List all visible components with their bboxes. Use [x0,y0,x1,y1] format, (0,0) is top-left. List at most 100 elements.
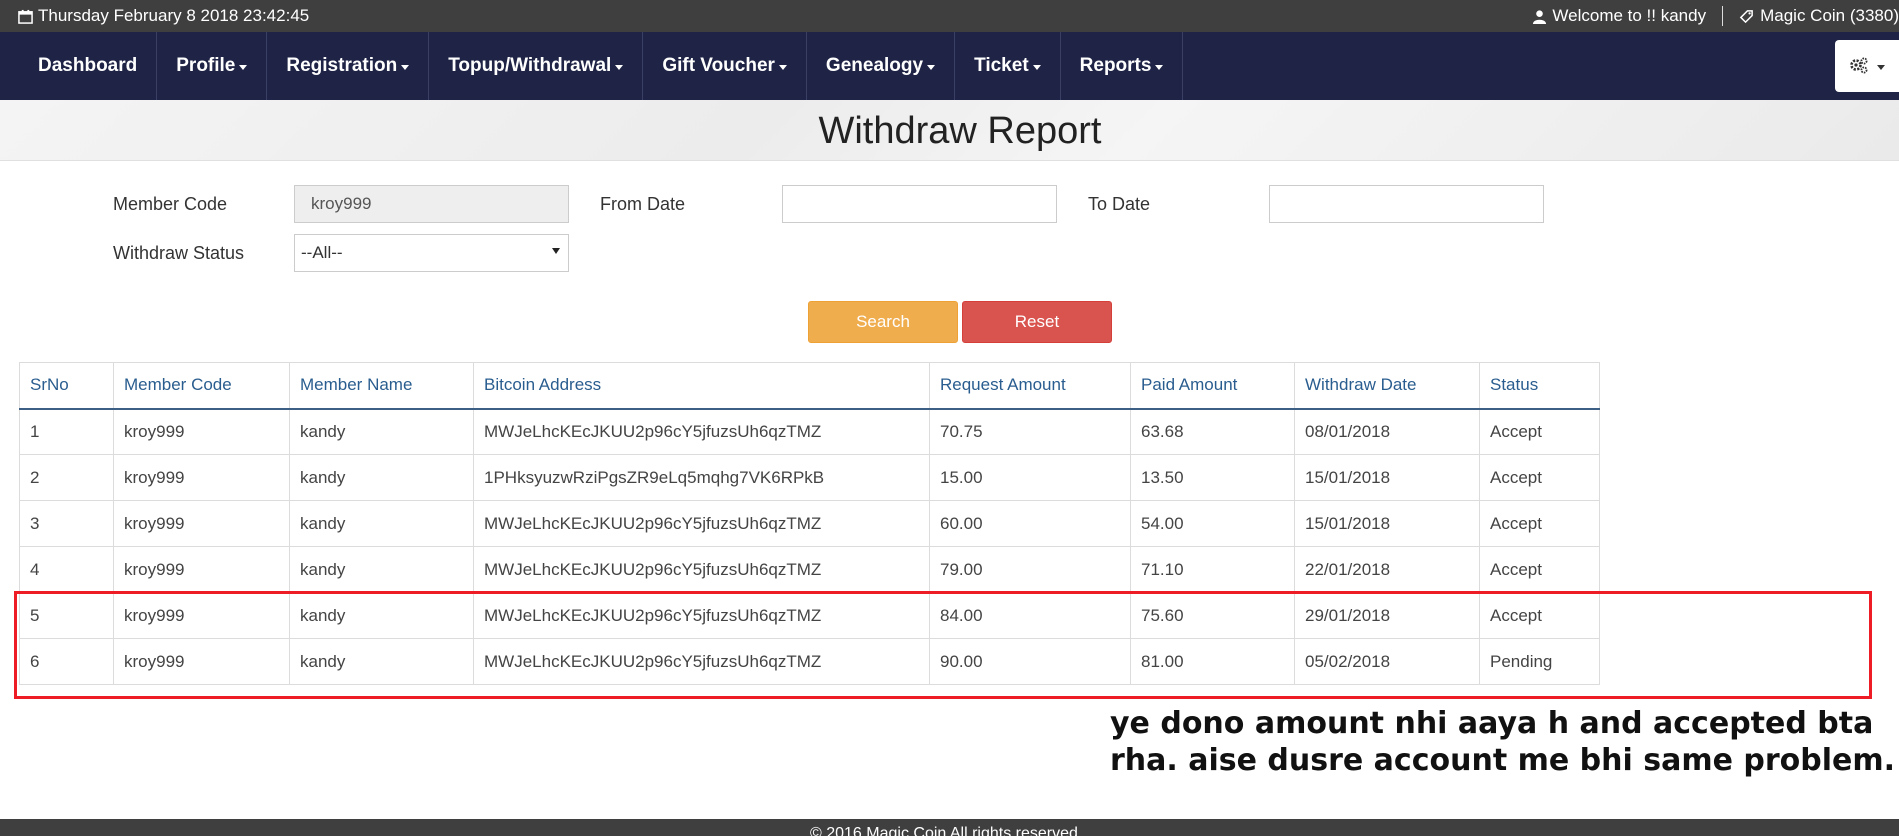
caret-down-icon [615,64,624,70]
annotation-note: ye dono amount nhi aaya h and accepted b… [1110,705,1895,779]
from-date-input[interactable] [782,185,1057,223]
table-cell: 70.75 [929,408,1131,455]
table-cell: 08/01/2018 [1294,408,1480,455]
settings-button[interactable] [1835,40,1899,92]
dropdown-arrow-icon [552,248,560,254]
nav-item-ticket[interactable]: Ticket [955,32,1061,100]
member-code-label: Member Code [113,194,228,214]
table-cell: Accept [1479,408,1600,455]
caret-down-icon [239,64,248,70]
annotation-line-1: ye dono amount nhi aaya h and accepted b… [1110,706,1874,741]
nav-item-genealogy[interactable]: Genealogy [807,32,956,100]
withdraw-status-select[interactable]: --All-- [294,234,569,272]
table-cell: kroy999 [113,500,290,547]
column-header[interactable]: Withdraw Date [1294,362,1480,410]
table-cell: 15/01/2018 [1294,500,1480,547]
table-header-row: SrNo Member Code Member Name Bitcoin Addres… [19,362,1600,410]
withdraw-status-label: Withdraw Status [113,243,245,263]
gears-icon [1850,57,1868,74]
column-header[interactable]: Bitcoin Address [473,362,930,410]
nav-item-label: Gift Voucher [662,55,775,76]
table-cell: 54.00 [1130,500,1295,547]
table-cell: 15/01/2018 [1294,454,1480,501]
datetime-display: Thursday February 8 2018 23:42:45 [18,6,309,26]
table-cell: 1PHksyuzwRziPgsZR9eLq5mqhg7VK6RPkB [473,454,930,501]
from-date-label: From Date [600,194,686,214]
table-cell: Accept [1479,454,1600,501]
page-title: Withdraw Report [818,110,1102,152]
table-cell: kandy [289,500,474,547]
table-cell: 15.00 [929,454,1131,501]
column-header[interactable]: Member Name [289,362,474,410]
title-band: Withdraw Report [0,100,1899,161]
nav-item-label: Registration [286,55,398,76]
footer-text: © 2016 Magic Coin All rights reserved [810,825,1078,836]
ticket-icon [1739,9,1753,23]
nav-item-label: Genealogy [825,55,924,76]
nav-item-registration[interactable]: Registration [267,32,430,100]
table-row[interactable]: 2 kroy999 kandy 1PHksyuzwRziPgsZR9eLq5mqhg7… [19,454,1600,501]
nav-item-dashboard[interactable]: Dashboard [0,32,158,100]
user-icon [1533,9,1547,24]
nav-item-gift-voucher[interactable]: Gift Voucher [643,32,807,100]
table-cell: Accept [1479,500,1600,547]
nav-item-profile[interactable]: Profile [157,32,268,100]
footer: © 2016 Magic Coin All rights reserved [0,819,1899,836]
member-code-input[interactable]: kroy999 [294,185,569,223]
nav-item-reports[interactable]: Reports [1061,32,1184,100]
nav-item-label: Reports [1079,55,1152,76]
column-header[interactable]: Status [1479,362,1600,410]
table-cell: MWJeLhcKEcJKUU2p96cY5jfuzsUh6qzTMZ [473,546,930,593]
table-cell: kandy [289,408,474,455]
table-cell: kroy999 [113,454,290,501]
caret-down-icon [401,64,410,70]
search-button[interactable]: Search [808,301,958,343]
chevron-down-icon [1877,64,1885,70]
caret-down-icon [778,64,787,70]
nav-item-label: Ticket [974,55,1029,76]
highlight-box [14,591,1872,699]
table-cell: MWJeLhcKEcJKUU2p96cY5jfuzsUh6qzTMZ [473,500,930,547]
withdraw-status-value: --All-- [301,243,343,262]
caret-down-icon [1032,64,1041,70]
divider [1722,6,1724,26]
caret-down-icon [927,64,936,70]
to-date-label: To Date [1088,194,1151,214]
datetime-text: Thursday February 8 2018 23:42:45 [38,6,310,25]
table-cell: 2 [19,454,114,501]
table-cell: kandy [289,546,474,593]
table-cell: MWJeLhcKEcJKUU2p96cY5jfuzsUh6qzTMZ [473,408,930,455]
column-header[interactable]: Paid Amount [1130,362,1295,410]
table-cell: 71.10 [1130,546,1295,593]
column-header[interactable]: Member Code [113,362,290,410]
reset-button[interactable]: Reset [962,301,1112,343]
coin-text: Magic Coin (3380) [1760,6,1899,25]
caret-down-icon [1155,64,1164,70]
coin-balance[interactable]: Magic Coin (3380) [1739,6,1899,26]
table-cell: kroy999 [113,408,290,455]
table-cell: 60.00 [929,500,1131,547]
nav-item-topup-withdrawal[interactable]: Topup/Withdrawal [429,32,644,100]
column-header[interactable]: SrNo [19,362,114,410]
table-cell: 79.00 [929,546,1131,593]
table-row[interactable]: 4 kroy999 kandy MWJeLhcKEcJKUU2p96cY5jfuzsU… [19,546,1600,593]
nav-item-label: Profile [176,55,236,76]
table-row[interactable]: 3 kroy999 kandy MWJeLhcKEcJKUU2p96cY5jfuzsU… [19,500,1600,547]
main-navbar: Dashboard Profile Registration Topup/Withdr… [0,32,1899,100]
table-row[interactable]: 1 kroy999 kandy MWJeLhcKEcJKUU2p96cY5jfuzsU… [19,408,1600,455]
table-cell: 4 [19,546,114,593]
column-header[interactable]: Request Amount [929,362,1131,410]
to-date-input[interactable] [1269,185,1544,223]
table-cell: kroy999 [113,546,290,593]
table-cell: 22/01/2018 [1294,546,1480,593]
table-cell: 13.50 [1130,454,1295,501]
welcome-user[interactable]: Welcome to !! kandy [1532,6,1722,26]
annotation-line-2: rha. aise dusre account me bhi same prob… [1110,743,1896,778]
table-cell: Accept [1479,546,1600,593]
welcome-text: Welcome to !! kandy [1552,6,1707,25]
table-cell: 63.68 [1130,408,1295,455]
nav-item-label: Dashboard [38,55,138,76]
calendar-icon [18,9,33,24]
table-cell: kandy [289,454,474,501]
table-cell: 1 [19,408,114,455]
